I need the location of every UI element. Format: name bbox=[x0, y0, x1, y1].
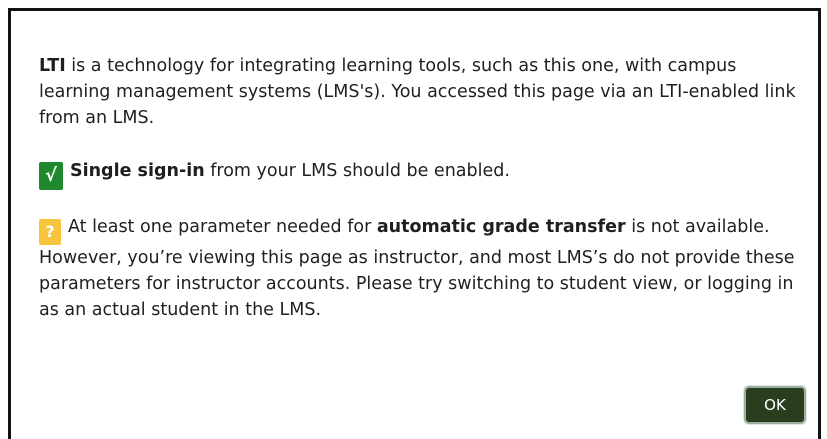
single-sign-in-text: from your LMS should be enabled. bbox=[204, 161, 510, 181]
grade-transfer-term: automatic grade transfer bbox=[376, 217, 626, 237]
lti-term: LTI bbox=[39, 56, 66, 76]
checkmark-icon: √ bbox=[39, 162, 63, 190]
question-mark-icon: ? bbox=[39, 219, 61, 245]
single-sign-in-term: Single sign-in bbox=[70, 161, 205, 181]
grade-transfer-status: ? At least one parameter needed for autom… bbox=[39, 214, 799, 323]
grade-transfer-text-before: At least one parameter needed for bbox=[68, 217, 377, 237]
lti-intro-paragraph: LTI is a technology for integrating lear… bbox=[39, 53, 799, 131]
lti-info-dialog: LTI is a technology for integrating lear… bbox=[8, 8, 821, 439]
ok-button[interactable]: OK bbox=[744, 386, 806, 424]
lti-intro-text: is a technology for integrating learning… bbox=[39, 56, 796, 128]
single-sign-in-status: √ Single sign-in from your LMS should be … bbox=[39, 158, 799, 190]
dialog-content: LTI is a technology for integrating lear… bbox=[39, 53, 799, 323]
